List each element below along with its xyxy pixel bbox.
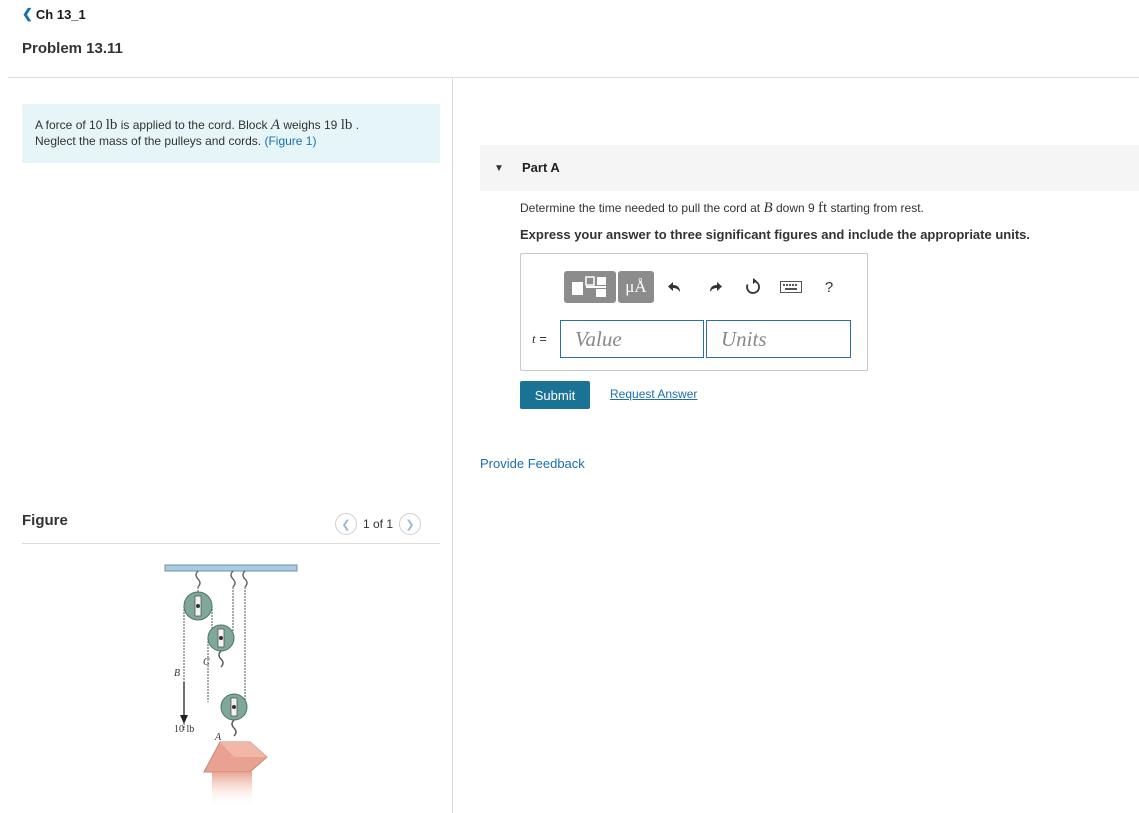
help-button[interactable]: ? — [818, 276, 840, 298]
value-input[interactable] — [560, 320, 704, 358]
undo-button[interactable] — [664, 276, 686, 298]
figure-divider — [22, 543, 440, 544]
chevron-left-icon: ❮ — [341, 518, 351, 531]
submit-button[interactable]: Submit — [520, 381, 590, 409]
column-divider — [452, 78, 453, 813]
statement-line-1: A force of 10 lb is applied to the cord.… — [35, 117, 427, 133]
force-arrow-head — [180, 715, 188, 724]
pulley-top-axle — [196, 604, 200, 608]
figure-link[interactable]: (Figure 1) — [264, 134, 316, 148]
statement-variable: A — [270, 117, 280, 133]
part-a-label: Part A — [522, 160, 560, 175]
templates-icon — [572, 276, 606, 297]
units-button[interactable]: μÅ — [618, 271, 654, 303]
problem-statement: A force of 10 lb is applied to the cord.… — [22, 104, 440, 163]
back-link[interactable]: ❮ Ch 13_1 — [22, 6, 86, 22]
statement-text: . — [352, 118, 360, 132]
statement-unit: lb — [340, 117, 353, 133]
templates-button[interactable] — [564, 271, 616, 303]
reset-button[interactable] — [742, 276, 764, 298]
label-a: A — [214, 732, 222, 743]
pulley-c-axle — [219, 636, 223, 640]
ceiling-beam — [164, 564, 298, 572]
provide-feedback-link[interactable]: Provide Feedback — [480, 456, 585, 471]
figure-heading: Figure — [22, 512, 68, 529]
keyboard-button[interactable] — [780, 276, 802, 298]
caret-down-icon[interactable]: ▼ — [494, 163, 504, 174]
redo-icon — [710, 282, 722, 292]
ceiling-hooks — [195, 570, 248, 588]
statement-text: weighs 19 — [279, 118, 341, 132]
question-text: Determine the time needed to pull the co… — [520, 201, 764, 215]
statement-text: Neglect the mass of the pulleys and cord… — [35, 134, 265, 148]
request-answer-link[interactable]: Request Answer — [610, 387, 697, 401]
chevron-right-icon: ❯ — [405, 518, 415, 531]
figure-page-count: 1 of 1 — [363, 517, 394, 531]
pulley-a-hook — [231, 719, 237, 737]
pulley-figure: B C A 10 lb — [164, 564, 298, 807]
pulley-c-hook — [218, 650, 224, 668]
statement-text: A force of 10 — [35, 118, 106, 132]
figure-next-button[interactable]: ❯ — [399, 513, 422, 535]
keyboard-icon — [780, 281, 802, 293]
units-input[interactable] — [706, 320, 851, 358]
block-a-shadow — [212, 772, 252, 807]
reset-icon — [746, 278, 760, 294]
redo-button[interactable] — [704, 276, 726, 298]
figure-prev-button[interactable]: ❮ — [335, 513, 357, 535]
figure-pager: ❮ 1 of 1 ❯ — [335, 513, 422, 535]
label-force: 10 lb — [174, 724, 194, 735]
part-a-header[interactable] — [480, 145, 1139, 191]
statement-unit: lb — [105, 117, 118, 133]
question-unit: ft — [818, 200, 828, 216]
answer-variable-label: t = — [532, 331, 547, 347]
undo-icon — [668, 282, 680, 292]
part-a-question: Determine the time needed to pull the co… — [520, 200, 924, 217]
question-text: starting from rest. — [827, 201, 924, 215]
statement-text: is applied to the cord. Block — [117, 118, 271, 132]
problem-title: Problem 13.11 — [22, 40, 123, 57]
label-c: C — [203, 657, 210, 668]
header-divider — [8, 77, 1139, 78]
question-text: down 9 — [772, 201, 819, 215]
pulley-a-axle — [232, 705, 236, 709]
label-b: B — [174, 668, 180, 679]
statement-line-2: Neglect the mass of the pulleys and cord… — [35, 133, 427, 149]
answer-instruction: Express your answer to three significant… — [520, 227, 1030, 242]
answer-equals: = — [535, 331, 547, 346]
chevron-left-icon: ❮ — [22, 6, 33, 21]
question-variable: B — [763, 200, 773, 216]
back-link-label: Ch 13_1 — [35, 6, 86, 22]
